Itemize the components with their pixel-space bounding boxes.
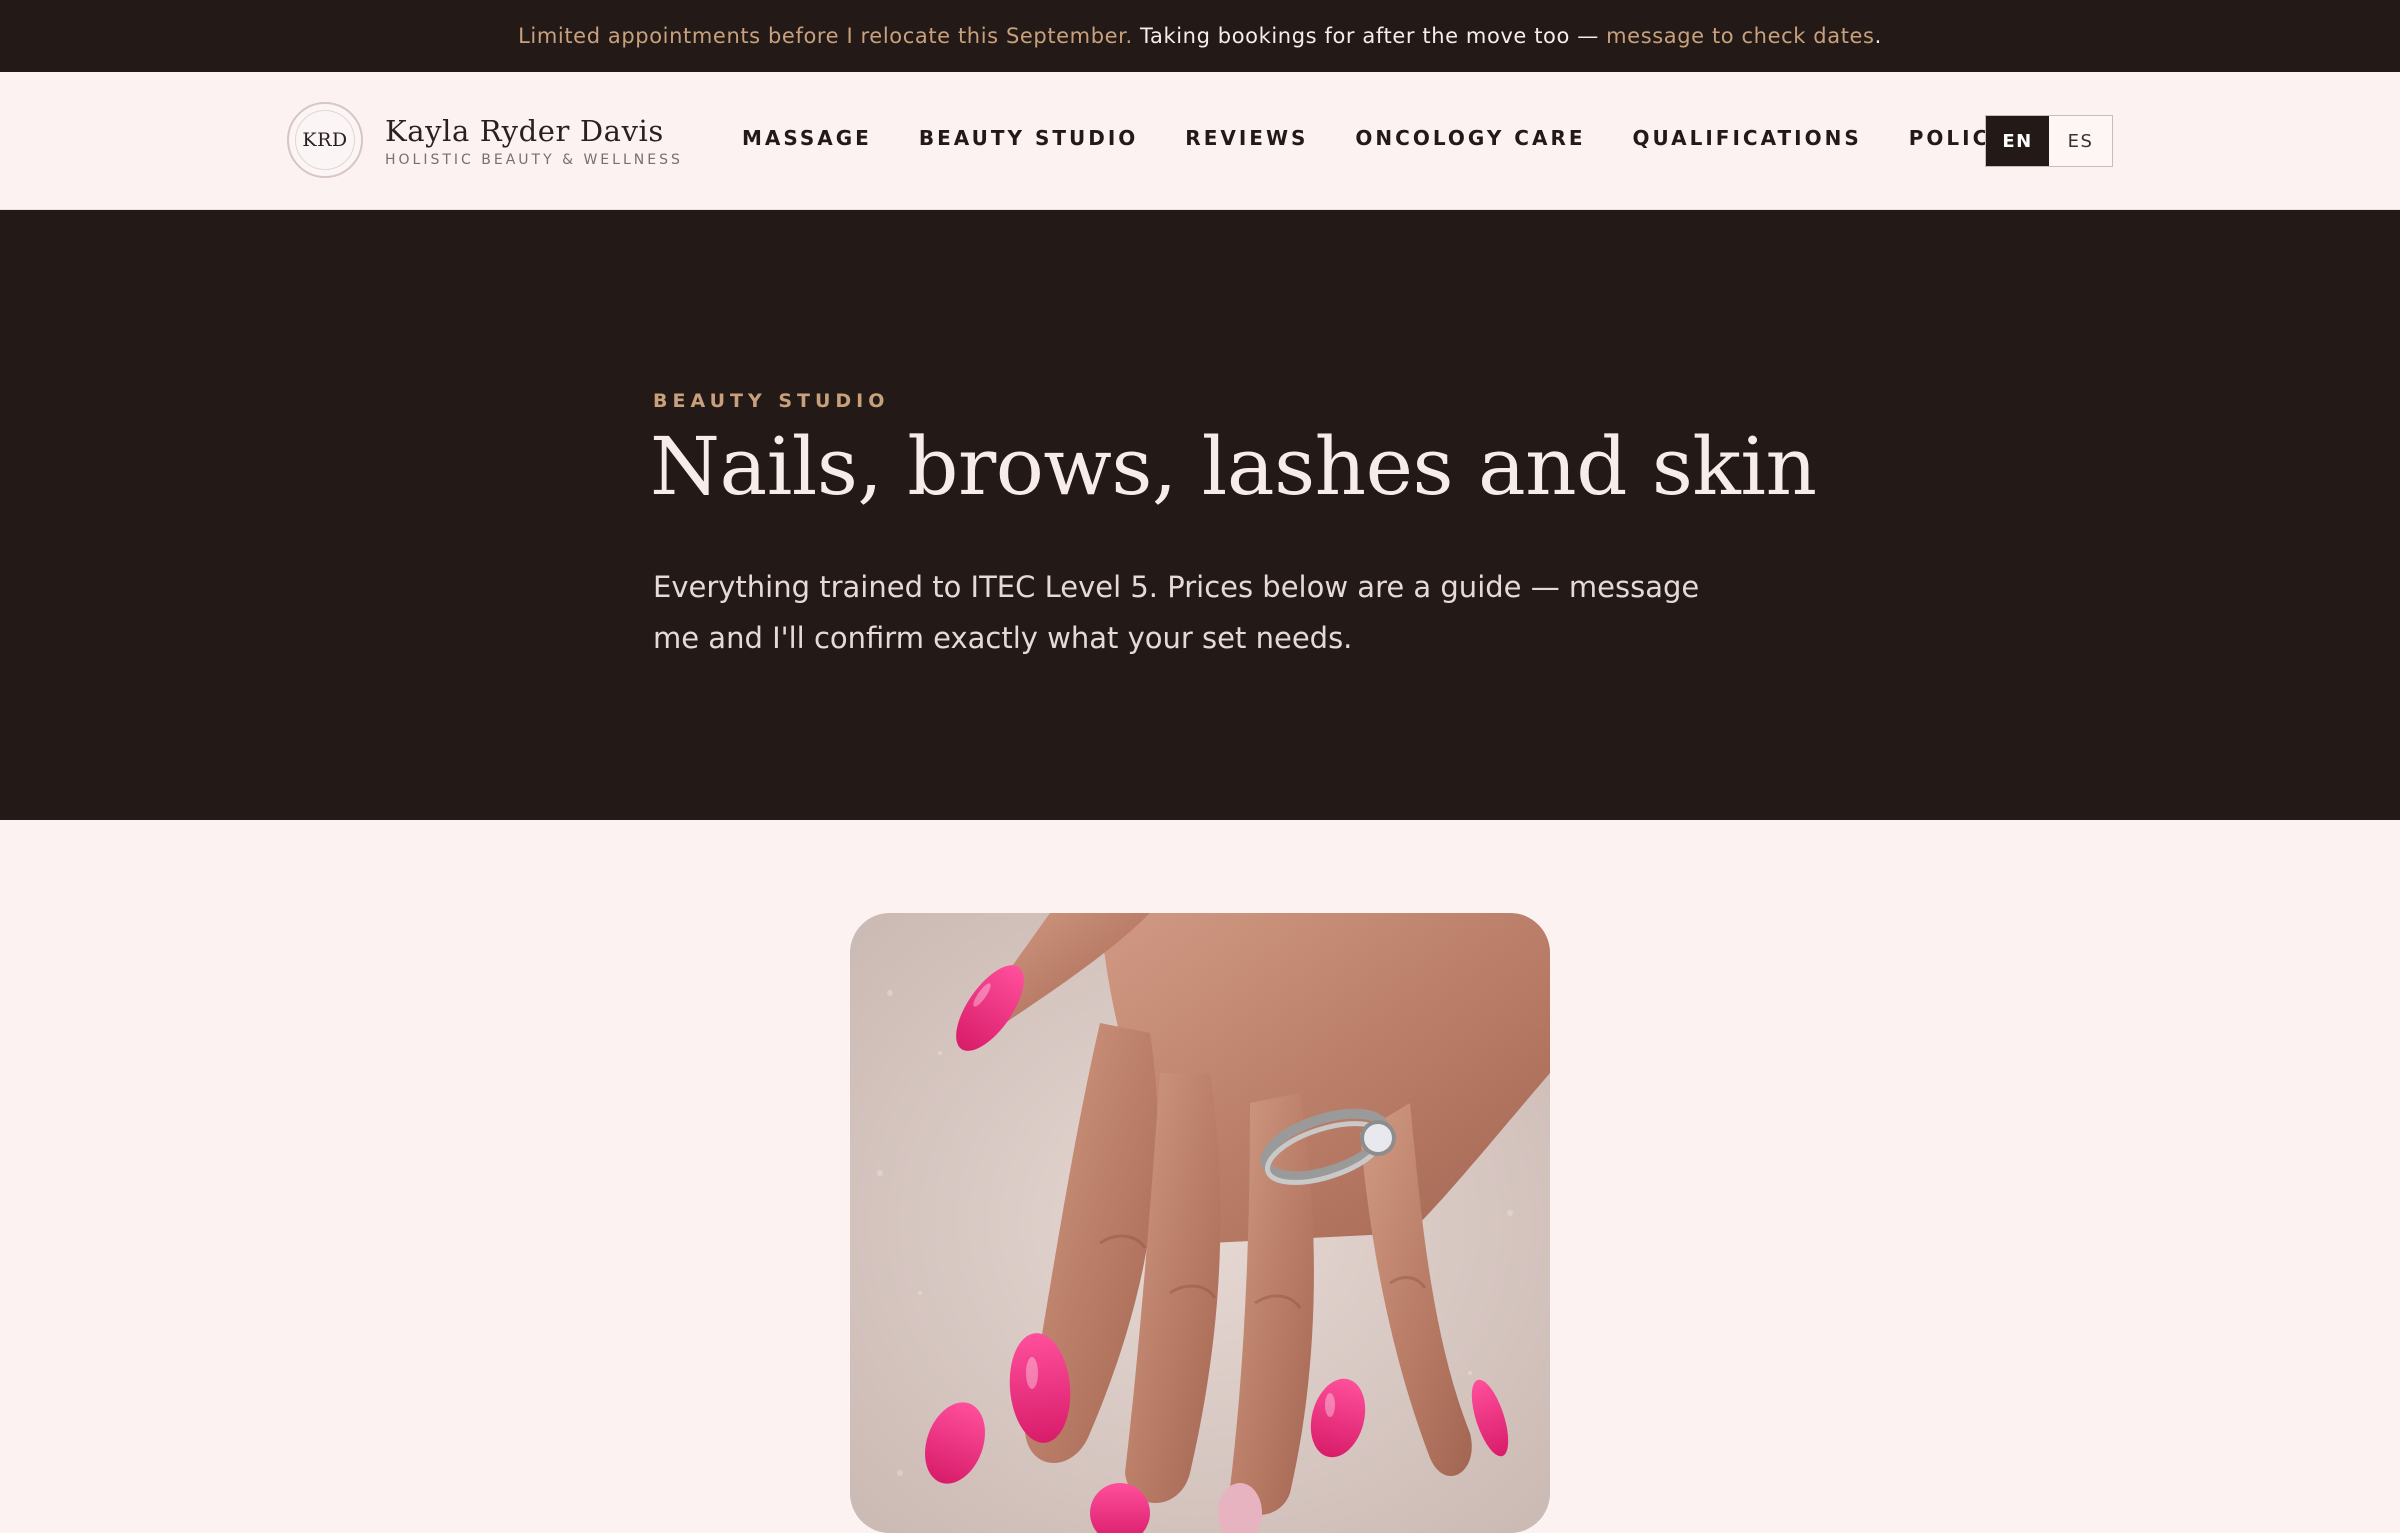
nav-item-oncology-care[interactable]: ONCOLOGY CARE [1355, 126, 1585, 150]
announcement-end: . [1874, 24, 1882, 48]
nav-item-qualifications[interactable]: QUALIFICATIONS [1633, 126, 1862, 150]
hero-eyebrow: BEAUTY STUDIO [653, 390, 890, 412]
brand-name[interactable]: Kayla Ryder Davis [385, 114, 664, 148]
announcement-link[interactable]: message to check dates [1606, 24, 1874, 48]
nav-item-beauty-studio[interactable]: BEAUTY STUDIO [919, 126, 1138, 150]
nav-item-massage[interactable]: MASSAGE [742, 126, 872, 150]
hero-section: BEAUTY STUDIO Nails, brows, lashes and s… [0, 210, 2400, 820]
manicure-image [850, 913, 1550, 1533]
language-option-en[interactable]: EN [1986, 116, 2049, 166]
nails-photo [850, 913, 1550, 1533]
brand-tagline: HOLISTIC BEAUTY & WELLNESS [385, 152, 683, 168]
announcement-bar: Limited appointments before I relocate t… [0, 0, 2400, 72]
main-nav: MASSAGE BEAUTY STUDIO REVIEWS ONCOLOGY C… [742, 126, 2035, 150]
logo-icon[interactable]: KRD [287, 102, 363, 178]
language-switcher: EN ES [1985, 115, 2113, 167]
hero-subtitle: Everything trained to ITEC Level 5. Pric… [653, 570, 1700, 655]
nav-item-reviews[interactable]: REVIEWS [1185, 126, 1308, 150]
language-option-es[interactable]: ES [2049, 116, 2112, 166]
site-header: KRD Kayla Ryder Davis HOLISTIC BEAUTY & … [0, 72, 2400, 210]
logo-monogram: KRD [302, 129, 348, 151]
page-title: Nails, brows, lashes and skin [650, 420, 1817, 513]
announcement-lead: Limited appointments before I relocate t… [518, 24, 1133, 48]
announcement-middle: Taking bookings for after the move too — [1140, 24, 1599, 48]
